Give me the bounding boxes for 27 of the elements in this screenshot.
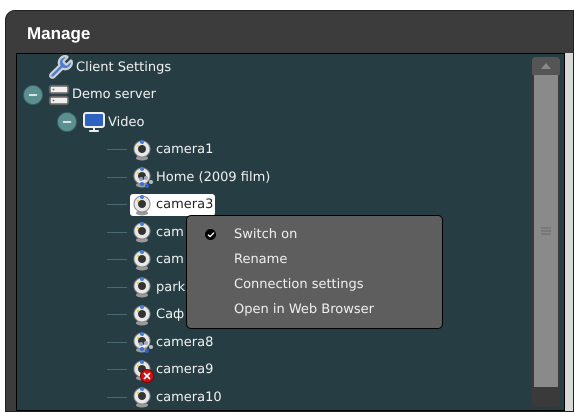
tree-item-label[interactable]: camera10 [156,388,222,407]
menu-item[interactable]: Open in Web Browser [187,297,442,322]
wrench-icon [48,54,74,80]
tree-item-label[interactable]: park [156,278,186,297]
tree-item-label[interactable]: cam [156,250,184,270]
tree-item-label[interactable]: Home (2009 film) [156,168,270,187]
scroll-up-icon[interactable] [532,56,560,74]
scroll-thumb[interactable] [534,74,558,387]
tree-item-label[interactable]: camera9 [156,360,214,380]
selected-tree-item[interactable]: camera3 [130,194,216,216]
tree-item-label[interactable]: camera3 [156,195,214,214]
tree-item-label[interactable]: cam [156,222,184,242]
tree-item-label[interactable]: camera8 [156,332,214,352]
collapse-toggle[interactable] [23,84,43,105]
menu-item[interactable]: Rename [187,247,442,272]
tree-item-label[interactable]: Demo server [72,85,156,104]
tree-item-label[interactable]: Саф [156,305,184,324]
monitor-icon [82,110,106,134]
tree-item-label[interactable]: Video [108,112,144,132]
window-title: Manage [26,23,92,45]
tree-item-label[interactable]: camera1 [156,140,214,160]
scrollbar[interactable] [532,56,560,407]
collapse-toggle[interactable] [57,112,77,132]
menu-item[interactable]: Connection settings [187,272,442,297]
server-icon [48,84,70,106]
menu-item[interactable]: Switch on [187,222,442,247]
tree-item-label[interactable]: Client Settings [76,58,172,77]
